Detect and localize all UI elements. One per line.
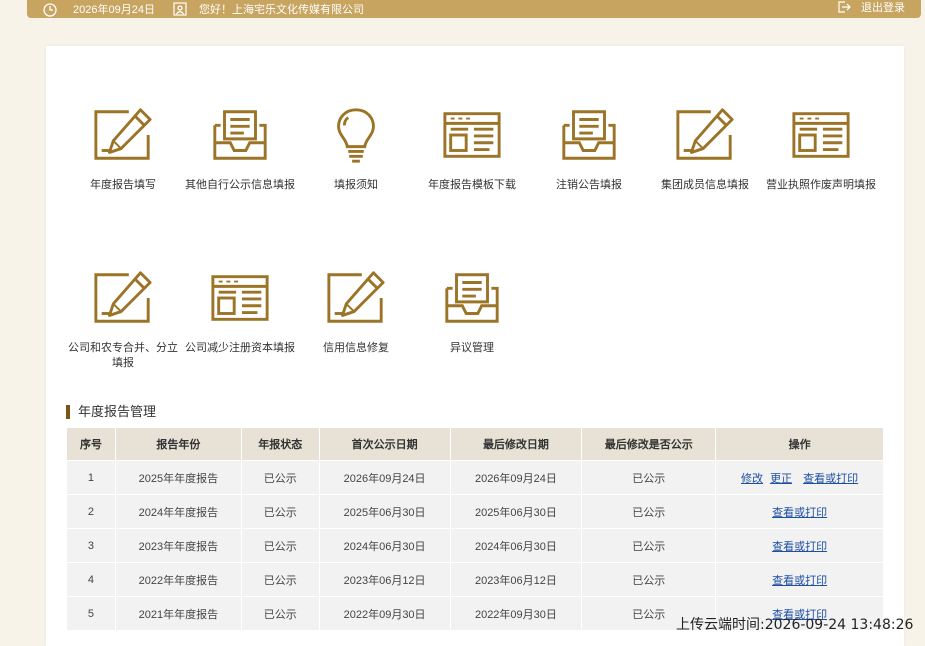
tile-cancellation-notice[interactable]: 注销公告填报 <box>530 100 648 193</box>
tile-label: 公司减少注册资本填报 <box>185 342 295 354</box>
cell-published: 已公示 <box>581 528 717 563</box>
cell-first-date: 2022年09月30日 <box>318 596 451 631</box>
top-bar: 2026年09月24日 您好！上海宅乐文化传媒有限公司 退出登录 <box>27 0 921 18</box>
cell-published: 已公示 <box>581 494 717 529</box>
table-row: 1 2025年年度报告 已公示 2026年09月24日 2026年09月24日 … <box>66 460 884 495</box>
tile-label: 注销公告填报 <box>556 179 622 191</box>
cell-actions: 查看或打印 <box>715 494 884 529</box>
cell-no: 4 <box>66 562 116 597</box>
table-header-row: 序号 报告年份 年报状态 首次公示日期 最后修改日期 最后修改是否公示 操作 <box>66 427 884 461</box>
tile-merger-split[interactable]: 公司和农专合并、分立填报 <box>64 263 182 371</box>
tile-objection-management[interactable]: 异议管理 <box>413 263 531 356</box>
tile-other-disclosure[interactable]: 其他自行公示信息填报 <box>181 100 299 193</box>
annual-report-table: 序号 报告年份 年报状态 首次公示日期 最后修改日期 最后修改是否公示 操作 1… <box>66 427 884 631</box>
view-print-link[interactable]: 查看或打印 <box>803 473 858 485</box>
tile-label: 集团成员信息填报 <box>661 179 749 191</box>
logout-icon <box>838 1 851 13</box>
cell-status: 已公示 <box>240 494 320 529</box>
logout-label: 退出登录 <box>861 2 905 14</box>
cell-no: 3 <box>66 528 116 563</box>
tile-label: 营业执照作废声明填报 <box>766 179 876 191</box>
cell-published: 已公示 <box>581 562 717 597</box>
modify-link[interactable]: 修改 <box>741 473 763 485</box>
table-row: 4 2022年年度报告 已公示 2023年06月12日 2023年06月12日 … <box>66 562 884 597</box>
view-print-link[interactable]: 查看或打印 <box>772 507 827 519</box>
tile-group-members[interactable]: 集团成员信息填报 <box>646 100 764 193</box>
cell-published: 已公示 <box>581 460 717 495</box>
cell-year: 2024年年度报告 <box>114 494 242 529</box>
form-window-icon <box>790 107 852 163</box>
inbox-document-icon <box>209 107 271 163</box>
tile-label: 其他自行公示信息填报 <box>185 179 295 191</box>
cell-no: 5 <box>66 596 116 631</box>
cell-first-date: 2023年06月12日 <box>318 562 451 597</box>
pencil-edit-icon <box>92 107 154 163</box>
view-print-link[interactable]: 查看或打印 <box>772 541 827 553</box>
column-header: 首次公示日期 <box>318 427 451 461</box>
pencil-edit-icon <box>674 107 736 163</box>
tile-credit-repair[interactable]: 信用信息修复 <box>297 263 415 356</box>
section-title: 年度报告管理 <box>66 405 156 419</box>
clock-icon <box>43 3 57 17</box>
cell-last-date: 2022年09月30日 <box>449 596 583 631</box>
current-date: 2026年09月24日 <box>73 4 155 16</box>
cell-first-date: 2024年06月30日 <box>318 528 451 563</box>
column-header: 最后修改日期 <box>449 427 583 461</box>
cell-first-date: 2026年09月24日 <box>318 460 451 495</box>
tile-template-download[interactable]: 年度报告模板下载 <box>413 100 531 193</box>
user-card-icon <box>173 2 187 16</box>
form-window-icon <box>441 107 503 163</box>
inbox-document-icon <box>441 270 503 326</box>
cell-year: 2022年年度报告 <box>114 562 242 597</box>
table-row: 3 2023年年度报告 已公示 2024年06月30日 2024年06月30日 … <box>66 528 884 563</box>
column-header: 序号 <box>66 427 116 461</box>
tile-label: 公司和农专合并、分立填报 <box>68 342 178 369</box>
tile-label: 年度报告填写 <box>90 179 156 191</box>
upload-timestamp: 上传云端时间:2026-09-24 13:48:26 <box>676 617 914 633</box>
cell-status: 已公示 <box>240 460 320 495</box>
cell-last-date: 2025年06月30日 <box>449 494 583 529</box>
cell-no: 1 <box>66 460 116 495</box>
inbox-document-icon <box>558 107 620 163</box>
cell-last-date: 2023年06月12日 <box>449 562 583 597</box>
column-header: 年报状态 <box>240 427 320 461</box>
cell-status: 已公示 <box>240 562 320 597</box>
cell-no: 2 <box>66 494 116 529</box>
cell-year: 2025年年度报告 <box>114 460 242 495</box>
form-window-icon <box>209 270 271 326</box>
logout-button[interactable]: 退出登录 <box>837 0 905 15</box>
view-print-link[interactable]: 查看或打印 <box>772 575 827 587</box>
tile-capital-reduction[interactable]: 公司减少注册资本填报 <box>181 263 299 356</box>
cell-status: 已公示 <box>240 528 320 563</box>
pencil-edit-icon <box>325 270 387 326</box>
cell-actions: 查看或打印 <box>715 528 884 563</box>
tile-filling-notice[interactable]: 填报须知 <box>297 100 415 193</box>
column-header: 操作 <box>715 427 884 461</box>
cell-first-date: 2025年06月30日 <box>318 494 451 529</box>
cell-year: 2023年年度报告 <box>114 528 242 563</box>
pencil-edit-icon <box>92 270 154 326</box>
lightbulb-icon <box>325 107 387 163</box>
tile-license-void[interactable]: 营业执照作废声明填报 <box>762 100 880 193</box>
cell-last-date: 2024年06月30日 <box>449 528 583 563</box>
cell-actions: 修改 更正 查看或打印 <box>715 460 884 495</box>
cell-year: 2021年年度报告 <box>114 596 242 631</box>
column-header: 最后修改是否公示 <box>581 427 717 461</box>
greeting-text: 您好！上海宅乐文化传媒有限公司 <box>199 4 364 16</box>
tile-label: 异议管理 <box>450 342 494 354</box>
table-row: 2 2024年年度报告 已公示 2025年06月30日 2025年06月30日 … <box>66 494 884 529</box>
tile-label: 信用信息修复 <box>323 342 389 354</box>
tile-annual-report-fill[interactable]: 年度报告填写 <box>64 100 182 193</box>
column-header: 报告年份 <box>114 427 242 461</box>
cell-actions: 查看或打印 <box>715 562 884 597</box>
cell-status: 已公示 <box>240 596 320 631</box>
cell-last-date: 2026年09月24日 <box>449 460 583 495</box>
tile-label: 年度报告模板下载 <box>428 179 516 191</box>
correct-link[interactable]: 更正 <box>770 473 792 485</box>
tile-label: 填报须知 <box>334 179 378 191</box>
